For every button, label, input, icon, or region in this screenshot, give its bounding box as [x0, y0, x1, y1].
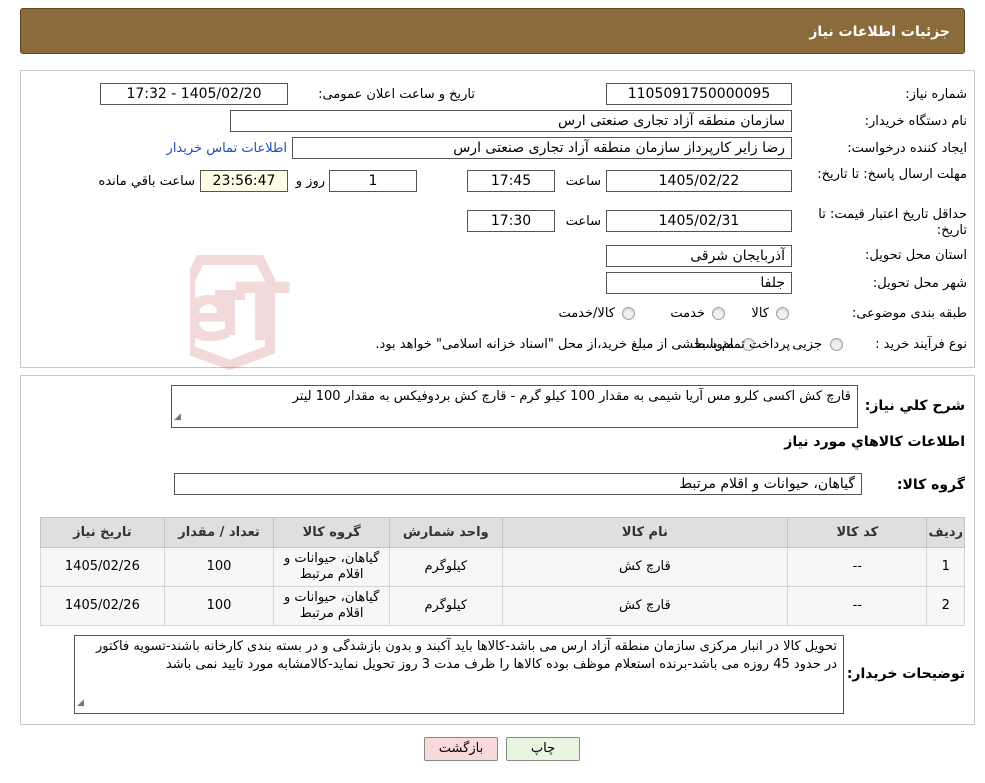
cell-item-code: -- [787, 547, 928, 587]
goods-table-header-row: رديف کد کالا نام کالا واحد شمارش گروه کا… [40, 517, 965, 548]
goods-section-title: اطلاعات کالاهاي مورد نياز [784, 434, 965, 450]
validity-time-label: ساعت [565, 214, 601, 229]
cell-quantity: 100 [163, 586, 275, 626]
cell-row-number: 1 [926, 547, 965, 587]
cell-unit: کیلوگرم [388, 547, 503, 587]
buyer-notes-textarea[interactable]: تحویل کالا در انبار مرکزی سازمان منطقه آ… [74, 635, 844, 714]
col-item-name: نام کالا [501, 517, 789, 548]
table-row: 2 -- قارچ کش کیلوگرم گیاهان، حیوانات و ا… [40, 586, 965, 626]
cell-row-number: 2 [926, 586, 965, 626]
remaining-time-field: 23:56:47 [200, 170, 288, 192]
category-service-radio[interactable] [712, 307, 725, 320]
cell-item-code: -- [787, 586, 928, 626]
category-label: طبقه بندی موضوعی: [851, 306, 967, 321]
validity-time-field: 17:30 [467, 210, 555, 232]
cell-need-date: 1405/02/26 [40, 547, 165, 587]
goods-group-field: گیاهان، حیوانات و اقلام مرتبط [174, 473, 862, 495]
cell-unit: کیلوگرم [388, 586, 503, 626]
goods-group-label: گروه کالا: [896, 477, 965, 493]
col-unit: واحد شمارش [388, 517, 503, 548]
summary-textarea[interactable]: قارچ کش اکسی کلرو مس آریا شیمی به مقدار … [171, 385, 858, 428]
category-goods-radio[interactable] [776, 307, 789, 320]
col-quantity: تعداد / مقدار [163, 517, 275, 548]
category-service-label: خدمت [670, 306, 705, 321]
buyer-notes-label: توضیحات خریدار: [846, 666, 965, 682]
validity-label: حداقل تاریخ اعتبار قیمت: تا تاریخ: [802, 207, 967, 239]
process-note: پرداخت تمام یا بخشی از مبلغ خرید،از محل … [375, 337, 790, 352]
page-header: جزئیات اطلاعات نیاز [20, 8, 965, 54]
category-goods-label: کالا [751, 306, 769, 321]
days-field: 1 [329, 170, 417, 192]
category-goods-service-radio[interactable] [622, 307, 635, 320]
need-number-field: 1105091750000095 [606, 83, 792, 105]
goods-table-wrapper: رديف کد کالا نام کالا واحد شمارش گروه کا… [40, 517, 965, 626]
cell-item-name: قارچ کش [501, 586, 789, 626]
table-row: 1 -- قارچ کش کیلوگرم گیاهان، حیوانات و ا… [40, 547, 965, 587]
back-button[interactable]: بازگشت [424, 737, 498, 761]
summary-label: شرح کلي نياز: [864, 398, 965, 414]
cell-item-group: گیاهان، حیوانات و اقلام مرتبط [273, 586, 390, 626]
province-field: آذربایجان شرقی [606, 245, 792, 267]
need-number-label: شماره نیاز: [905, 87, 967, 102]
creator-label: ایجاد کننده درخواست: [847, 141, 967, 156]
cell-quantity: 100 [163, 547, 275, 587]
buyer-notes-text: تحویل کالا در انبار مرکزی سازمان منطقه آ… [95, 639, 837, 672]
page-title: جزئیات اطلاعات نیاز [809, 24, 950, 40]
deadline-time-field: 17:45 [467, 170, 555, 192]
col-need-date: تاریخ نیاز [40, 517, 165, 548]
goods-table: رديف کد کالا نام کالا واحد شمارش گروه کا… [40, 517, 965, 626]
col-item-group: گروه کالا [273, 517, 390, 548]
cell-item-name: قارچ کش [501, 547, 789, 587]
deadline-label-text: مهلت ارسال پاسخ: تا تاریخ: [817, 167, 967, 182]
buyer-org-label: نام دستگاه خریدار: [864, 114, 967, 129]
city-field: جلفا [606, 272, 792, 294]
print-button[interactable]: چاپ [506, 737, 580, 761]
resize-grip-icon[interactable]: ◢ [77, 694, 84, 712]
city-label: شهر محل تحویل: [872, 276, 967, 291]
deadline-time-label: ساعت [565, 174, 601, 189]
province-label: استان محل تحویل: [865, 248, 967, 263]
creator-field: رضا زایر کارپرداز سازمان منطقه آزاد تجار… [292, 137, 792, 159]
validity-label-text: حداقل تاریخ اعتبار قیمت: تا تاریخ: [818, 207, 967, 238]
process-minor-radio[interactable] [830, 338, 843, 351]
buyer-org-field: سازمان منطقه آزاد تجاری صنعتی ارس [230, 110, 792, 132]
deadline-date-field: 1405/02/22 [606, 170, 792, 192]
announce-field: 1405/02/20 - 17:32 [100, 83, 288, 105]
buyer-contact-link[interactable]: اطلاعات تماس خریدار [167, 141, 287, 157]
summary-text: قارچ کش اکسی کلرو مس آریا شیمی به مقدار … [292, 389, 851, 404]
category-goods-service-label: کالا/خدمت [558, 306, 615, 321]
deadline-label: مهلت ارسال پاسخ: تا تاریخ: [802, 167, 967, 183]
validity-date-field: 1405/02/31 [606, 210, 792, 232]
resize-grip-icon[interactable]: ◢ [174, 408, 181, 426]
cell-item-group: گیاهان، حیوانات و اقلام مرتبط [273, 547, 390, 587]
col-row-number: رديف [926, 517, 965, 548]
remaining-label: ساعت باقي مانده [98, 174, 195, 189]
process-minor-label: جزیی [792, 337, 822, 352]
process-label: نوع فرآیند خرید : [875, 337, 967, 352]
days-label: روز و [295, 174, 325, 189]
announce-label: تاریخ و ساعت اعلان عمومی: [318, 87, 475, 102]
cell-need-date: 1405/02/26 [40, 586, 165, 626]
col-item-code: کد کالا [787, 517, 928, 548]
